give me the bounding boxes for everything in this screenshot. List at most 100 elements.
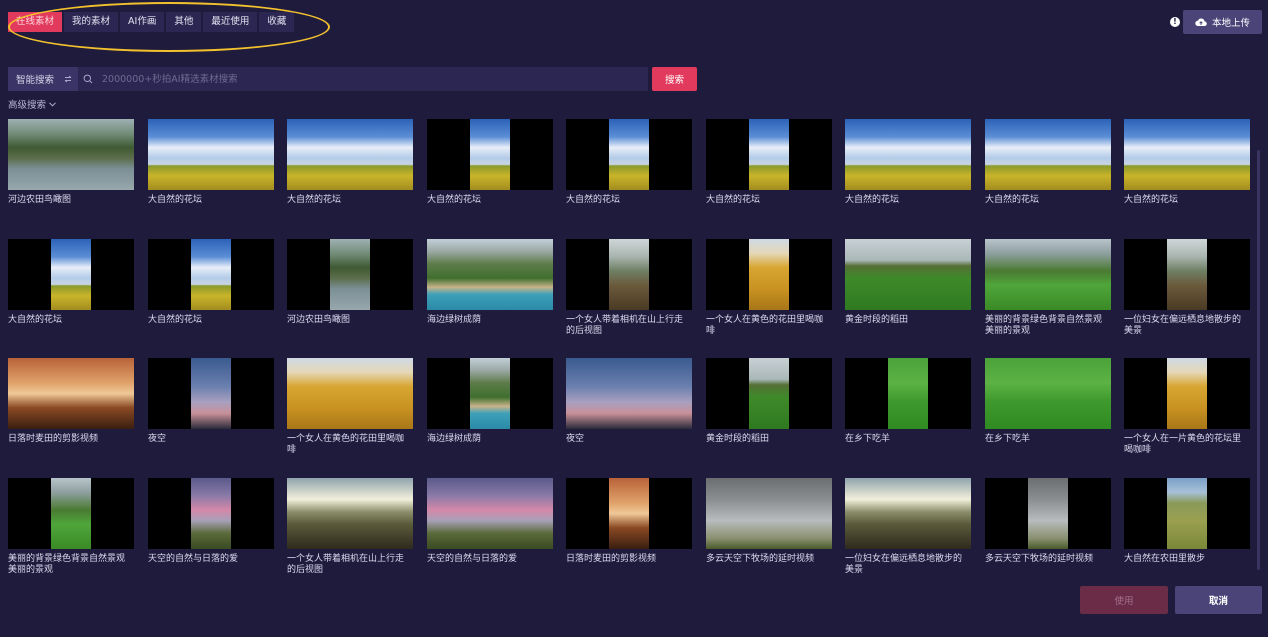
media-card[interactable]: 河边农田鸟瞰图 bbox=[287, 239, 413, 326]
tab-1[interactable]: 我的素材 bbox=[64, 12, 119, 32]
media-thumbnail[interactable] bbox=[985, 119, 1111, 190]
media-thumbnail[interactable] bbox=[427, 239, 553, 310]
media-card[interactable]: 美丽的背景绿色背景自然景观美丽的景观 bbox=[985, 239, 1111, 337]
media-card[interactable]: 黄金时段的稻田 bbox=[845, 239, 971, 326]
tab-3[interactable]: 其他 bbox=[166, 12, 202, 32]
media-thumbnail[interactable] bbox=[706, 239, 832, 310]
media-thumbnail[interactable] bbox=[287, 478, 413, 549]
thumbnail-image bbox=[1167, 478, 1207, 549]
media-thumbnail[interactable] bbox=[985, 358, 1111, 429]
tab-5[interactable]: 收藏 bbox=[259, 12, 295, 32]
media-card[interactable]: 大自然的花坛 bbox=[148, 239, 274, 326]
info-icon[interactable]: ! bbox=[1170, 17, 1180, 27]
media-caption: 一个女人带着相机在山上行走的后视图 bbox=[566, 315, 684, 336]
media-caption: 海边绿树成荫 bbox=[427, 315, 482, 325]
media-thumbnail[interactable] bbox=[287, 119, 413, 190]
media-thumbnail[interactable] bbox=[845, 119, 971, 190]
media-card[interactable]: 在乡下吃羊 bbox=[985, 358, 1111, 445]
media-thumbnail[interactable] bbox=[845, 358, 971, 429]
media-card[interactable]: 多云天空下牧场的延时视频 bbox=[985, 478, 1111, 565]
media-card[interactable]: 大自然的花坛 bbox=[566, 119, 692, 206]
tab-4[interactable]: 最近使用 bbox=[203, 12, 258, 32]
media-card[interactable]: 大自然的花坛 bbox=[1124, 119, 1250, 206]
media-caption: 在乡下吃羊 bbox=[985, 434, 1031, 444]
media-card[interactable]: 一位妇女在偏远栖息地散步的美景 bbox=[845, 478, 971, 576]
tab-0[interactable]: 在线素材 bbox=[8, 12, 63, 32]
media-thumbnail[interactable] bbox=[845, 478, 971, 549]
media-thumbnail[interactable] bbox=[706, 119, 832, 190]
upload-button[interactable]: 本地上传 bbox=[1183, 10, 1262, 34]
media-card[interactable]: 多云天空下牧场的延时视频 bbox=[706, 478, 832, 565]
media-thumbnail[interactable] bbox=[706, 478, 832, 549]
media-card[interactable]: 黄金时段的稻田 bbox=[706, 358, 832, 445]
media-card[interactable]: 夜空 bbox=[148, 358, 274, 445]
media-card[interactable]: 大自然的花坛 bbox=[148, 119, 274, 206]
media-thumbnail[interactable] bbox=[8, 478, 134, 549]
media-card[interactable]: 夜空 bbox=[566, 358, 692, 445]
media-card[interactable]: 大自然的花坛 bbox=[8, 239, 134, 326]
thumbnail-image bbox=[888, 358, 928, 429]
media-thumbnail[interactable] bbox=[148, 478, 274, 549]
media-card[interactable]: 河边农田鸟瞰图 bbox=[8, 119, 134, 206]
media-card[interactable]: 天空的自然与日落的爱 bbox=[148, 478, 274, 565]
media-card[interactable]: 日落时麦田的剪影视频 bbox=[566, 478, 692, 565]
media-thumbnail[interactable] bbox=[566, 478, 692, 549]
media-thumbnail[interactable] bbox=[427, 358, 553, 429]
media-card[interactable]: 大自然的花坛 bbox=[706, 119, 832, 206]
cancel-button[interactable]: 取消 bbox=[1175, 586, 1262, 614]
advanced-search-toggle[interactable]: 高级搜索 bbox=[8, 97, 56, 111]
media-thumbnail[interactable] bbox=[985, 478, 1111, 549]
media-thumbnail[interactable] bbox=[1124, 119, 1250, 190]
media-thumbnail[interactable] bbox=[287, 358, 413, 429]
thumbnail-image bbox=[1167, 358, 1207, 429]
media-thumbnail[interactable] bbox=[985, 239, 1111, 310]
media-thumbnail[interactable] bbox=[8, 119, 134, 190]
media-thumbnail[interactable] bbox=[427, 478, 553, 549]
media-card[interactable]: 一个女人带着相机在山上行走的后视图 bbox=[566, 239, 692, 337]
media-card[interactable]: 日落时麦田的剪影视频 bbox=[8, 358, 134, 445]
media-thumbnail[interactable] bbox=[1124, 478, 1250, 549]
search-input[interactable] bbox=[98, 68, 648, 90]
media-card[interactable]: 海边绿树成荫 bbox=[427, 358, 553, 445]
media-thumbnail[interactable] bbox=[566, 358, 692, 429]
search-mode-select[interactable]: 智能搜索 bbox=[8, 67, 78, 91]
media-card[interactable]: 一个女人在黄色的花田里喝咖啡 bbox=[706, 239, 832, 337]
media-card[interactable]: 大自然在农田里散步 bbox=[1124, 478, 1250, 565]
media-thumbnail[interactable] bbox=[566, 119, 692, 190]
tab-2[interactable]: AI作画 bbox=[120, 12, 165, 32]
media-caption: 一个女人在黄色的花田里喝咖啡 bbox=[706, 315, 824, 336]
media-card[interactable]: 大自然的花坛 bbox=[985, 119, 1111, 206]
media-thumbnail[interactable] bbox=[8, 358, 134, 429]
media-thumbnail[interactable] bbox=[845, 239, 971, 310]
media-thumbnail[interactable] bbox=[427, 119, 553, 190]
media-thumbnail[interactable] bbox=[148, 239, 274, 310]
media-card[interactable]: 海边绿树成荫 bbox=[427, 239, 553, 326]
media-card[interactable]: 一个女人在黄色的花田里喝咖啡 bbox=[287, 358, 413, 456]
media-card[interactable]: 一个女人在一片黄色的花坛里喝咖啡 bbox=[1124, 358, 1250, 456]
use-button[interactable]: 使用 bbox=[1080, 586, 1168, 614]
thumbnail-image bbox=[470, 358, 510, 429]
media-thumbnail[interactable] bbox=[1124, 239, 1250, 310]
media-card[interactable]: 一个女人带着相机在山上行走的后视图 bbox=[287, 478, 413, 576]
media-card[interactable]: 在乡下吃羊 bbox=[845, 358, 971, 445]
media-thumbnail[interactable] bbox=[706, 358, 832, 429]
media-caption: 大自然的花坛 bbox=[845, 195, 900, 205]
media-card[interactable]: 大自然的花坛 bbox=[287, 119, 413, 206]
media-thumbnail[interactable] bbox=[1124, 358, 1250, 429]
search-button[interactable]: 搜索 bbox=[652, 67, 697, 91]
media-caption: 大自然的花坛 bbox=[287, 195, 342, 205]
scrollbar[interactable] bbox=[1257, 150, 1260, 570]
thumbnail-image bbox=[845, 478, 971, 549]
media-thumbnail[interactable] bbox=[148, 119, 274, 190]
media-caption: 一位妇女在偏远栖息地散步的美景 bbox=[845, 554, 963, 575]
media-thumbnail[interactable] bbox=[287, 239, 413, 310]
media-card[interactable]: 天空的自然与日落的爱 bbox=[427, 478, 553, 565]
media-thumbnail[interactable] bbox=[566, 239, 692, 310]
media-thumbnail[interactable] bbox=[148, 358, 274, 429]
media-card[interactable]: 大自然的花坛 bbox=[845, 119, 971, 206]
media-card[interactable]: 美丽的背景绿色背景自然景观美丽的景观 bbox=[8, 478, 134, 576]
media-card[interactable]: 大自然的花坛 bbox=[427, 119, 553, 206]
media-card[interactable]: 一位妇女在偏远栖息地散步的美景 bbox=[1124, 239, 1250, 337]
media-thumbnail[interactable] bbox=[8, 239, 134, 310]
thumbnail-image bbox=[749, 119, 789, 190]
